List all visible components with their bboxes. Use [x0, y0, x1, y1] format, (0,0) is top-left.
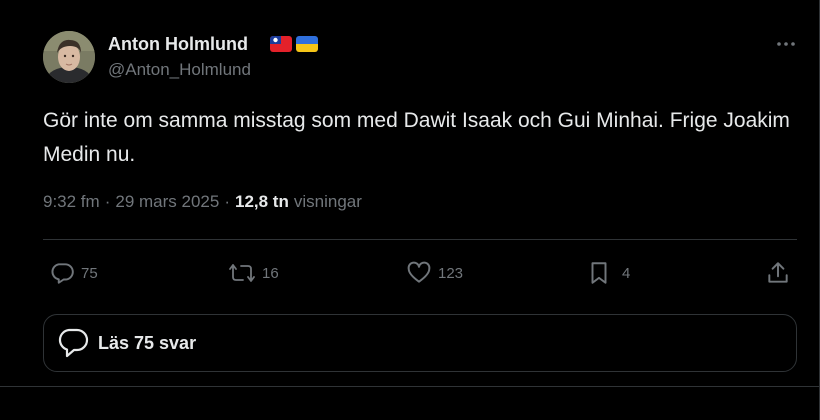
read-replies-label: Läs 75 svar	[98, 332, 197, 353]
like-action[interactable]: 123	[406, 258, 463, 288]
retweet-count: 16	[262, 264, 279, 282]
tweet-date[interactable]: 29 mars 2025	[115, 192, 219, 212]
share-action[interactable]	[765, 258, 791, 288]
divider	[43, 239, 797, 240]
speech-bubble-icon	[58, 328, 89, 358]
heart-icon	[407, 261, 431, 283]
bookmark-count: 4	[622, 264, 631, 282]
bookmark-action[interactable]: 4	[586, 258, 630, 288]
views-label: visningar	[293, 192, 362, 211]
tweet-text: Gör inte om samma misstag som med Dawit …	[43, 109, 790, 166]
taiwan-flag-icon	[270, 36, 292, 52]
more-options-icon[interactable]	[770, 34, 802, 54]
tweet-time[interactable]: 9:32 fm	[43, 192, 100, 212]
views-count: 12,8 tn	[235, 192, 289, 211]
author-display-name[interactable]: Anton Holmlund	[108, 34, 248, 55]
action-bar: 75 16 123 4	[43, 258, 797, 288]
like-count: 123	[438, 264, 464, 282]
meta-separator: ·	[224, 192, 230, 211]
share-icon	[768, 262, 788, 283]
retweet-icon	[229, 264, 255, 282]
ukraine-flag-icon	[296, 36, 318, 52]
read-replies-button[interactable]: Läs 75 svar	[43, 314, 797, 372]
bookmark-icon	[591, 262, 607, 284]
author-flags	[270, 36, 318, 52]
meta-separator: ·	[104, 192, 111, 211]
reply-action[interactable]: 75	[49, 258, 98, 288]
bottom-divider	[0, 386, 820, 387]
tweet-card: Anton Holmlund @Anton_Holmlund Gör inte …	[0, 0, 820, 420]
reply-icon	[51, 263, 74, 284]
author-handle[interactable]: @Anton_Holmlund	[108, 60, 251, 80]
tweet-meta: 9:32 fm · 29 mars 2025 · 12,8 tn visning…	[43, 192, 362, 212]
reply-count: 75	[81, 264, 98, 282]
avatar[interactable]	[43, 31, 95, 83]
retweet-action[interactable]: 16	[228, 258, 279, 288]
